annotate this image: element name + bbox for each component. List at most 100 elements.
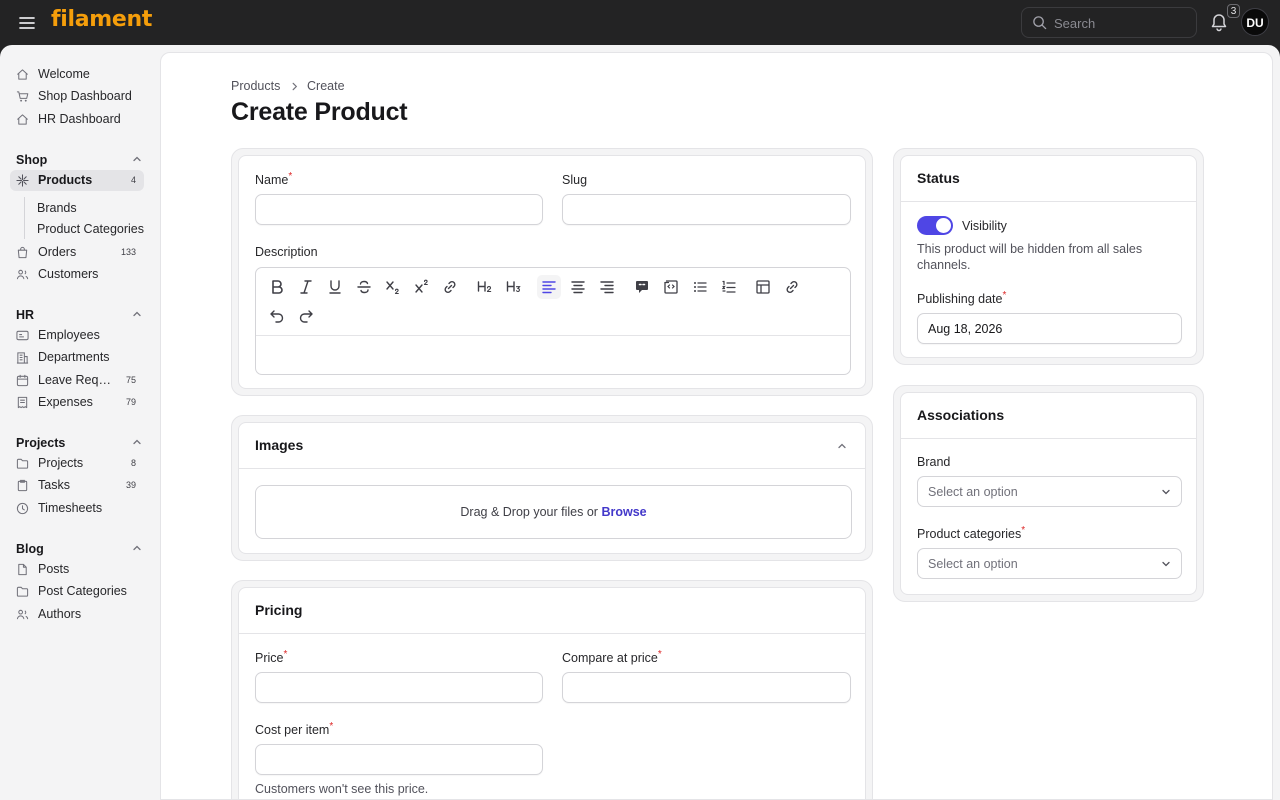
dropzone-text: Drag & Drop your files or Browse [256, 505, 851, 519]
page-title: Create Product [231, 98, 408, 126]
publishing-date-input[interactable] [917, 313, 1182, 344]
brand-logo[interactable]: filament [51, 7, 152, 32]
search-input[interactable] [1054, 13, 1190, 33]
image-dropzone[interactable]: Drag & Drop your files or Browse [255, 485, 852, 539]
redo-button[interactable] [294, 304, 318, 328]
compare-price-label: Compare at price* [562, 649, 662, 665]
pricing-section: Pricing Price* Compare at price* Cost pe… [231, 580, 873, 799]
folder-icon [16, 458, 29, 469]
ordered-list-button[interactable] [717, 275, 741, 299]
users-icon [16, 269, 29, 280]
chevron-up-icon[interactable] [837, 441, 847, 451]
sidebar-item-label: Departments [38, 350, 110, 364]
editor-toolbar [256, 268, 850, 336]
sidebar-item-customers[interactable]: Customers [10, 264, 144, 285]
price-input[interactable] [255, 672, 543, 703]
nav-group-hr[interactable]: HR [16, 306, 144, 324]
sidebar-item-timesheets[interactable]: Timesheets [10, 498, 144, 519]
underline-button[interactable] [323, 275, 347, 299]
price-label-text: Price [255, 651, 284, 665]
associations-title: Associations [917, 407, 1005, 423]
superscript-button[interactable] [410, 275, 434, 299]
nav-group-shop[interactable]: Shop [16, 151, 144, 169]
sidebar-item-leave-requests[interactable]: Leave Req… 75 [10, 370, 144, 391]
sidebar-item-orders[interactable]: Orders 133 [10, 242, 144, 263]
sidebar-item-projects[interactable]: Projects 8 [10, 453, 144, 474]
pricing-header: Pricing [239, 588, 865, 634]
status-section: Status Visibility This product will be h… [893, 148, 1204, 365]
code-block-button[interactable] [659, 275, 683, 299]
sidebar-item-post-categories[interactable]: Post Categories [10, 581, 144, 602]
sidebar-subitem-brands[interactable]: Brands [37, 201, 77, 215]
heading-2-button[interactable] [473, 275, 497, 299]
nav-group-projects[interactable]: Projects [16, 434, 144, 452]
breadcrumb-products[interactable]: Products [231, 79, 280, 93]
undo-button[interactable] [265, 304, 289, 328]
sidebar-item-label: Projects [38, 456, 84, 470]
nav-group-label: Shop [16, 153, 48, 167]
notifications-bell-icon[interactable] [1209, 12, 1229, 32]
bold-button[interactable] [265, 275, 289, 299]
cost-label-text: Cost per item [255, 723, 330, 737]
bullet-list-button[interactable] [688, 275, 712, 299]
sidebar-subitem-product-categories[interactable]: Product Categories [37, 222, 144, 236]
slug-input[interactable] [562, 194, 851, 225]
sidebar-item-products[interactable]: Products 4 [10, 170, 144, 191]
bold-icon [272, 280, 283, 294]
images-card: Images Drag & Drop your files or Browse [238, 422, 866, 554]
sidebar-item-posts[interactable]: Posts [10, 559, 144, 580]
link-button[interactable] [438, 275, 462, 299]
nav-group-label: HR [16, 308, 35, 322]
brand-select[interactable]: Select an option [917, 476, 1182, 507]
sidebar-item-tasks[interactable]: Tasks 39 [10, 475, 144, 496]
subscript-button[interactable] [381, 275, 405, 299]
chevron-up-icon[interactable] [132, 437, 142, 447]
price-label: Price* [255, 649, 287, 665]
sidebar-item-shop-dashboard[interactable]: Shop Dashboard [10, 86, 144, 107]
associations-header: Associations [901, 393, 1196, 439]
sidebar-item-departments[interactable]: Departments [10, 347, 144, 368]
home-icon [17, 69, 28, 80]
sidebar-item-employees[interactable]: Employees [10, 325, 144, 346]
attach-link-button[interactable] [780, 275, 804, 299]
building-icon [16, 352, 29, 364]
blockquote-button[interactable] [630, 275, 654, 299]
heading-3-button[interactable] [502, 275, 526, 299]
browse-link[interactable]: Browse [601, 505, 646, 519]
align-center-button[interactable] [566, 275, 590, 299]
sidebar-item-label: Shop Dashboard [38, 89, 132, 103]
italic-button[interactable] [294, 275, 318, 299]
ordered-list-icon [721, 280, 736, 293]
chevron-up-icon[interactable] [132, 309, 142, 319]
sidebar-item-expenses[interactable]: Expenses 79 [10, 392, 144, 413]
chevron-up-icon[interactable] [132, 154, 142, 164]
strike-button[interactable] [352, 275, 376, 299]
toggle-knob [936, 218, 951, 233]
home-icon [17, 114, 28, 125]
global-search[interactable] [1021, 7, 1197, 38]
product-categories-select[interactable]: Select an option [917, 548, 1182, 579]
visibility-toggle[interactable] [917, 216, 953, 235]
sidebar-item-welcome[interactable]: Welcome [10, 64, 144, 85]
chevron-up-icon[interactable] [132, 543, 142, 553]
cost-input[interactable] [255, 744, 543, 775]
nav-group-blog[interactable]: Blog [16, 540, 144, 558]
sidebar-item-count: 4 [130, 175, 136, 185]
undo-icon [270, 310, 284, 323]
name-label-text: Name [255, 173, 289, 187]
align-left-button[interactable] [537, 275, 561, 299]
sidebar-item-count: 79 [125, 397, 136, 407]
compare-price-input[interactable] [562, 672, 851, 703]
description-editor-area[interactable] [256, 336, 850, 374]
chevron-right-icon [292, 82, 298, 91]
name-input[interactable] [255, 194, 543, 225]
sidebar-item-authors[interactable]: Authors [10, 604, 144, 625]
images-header[interactable]: Images [239, 423, 865, 469]
table-button[interactable] [751, 275, 775, 299]
user-avatar[interactable]: DU [1241, 8, 1269, 36]
align-right-button[interactable] [595, 275, 619, 299]
hamburger-menu-icon[interactable] [17, 13, 37, 33]
sidebar-item-label: Products [38, 173, 93, 187]
underline-icon [329, 280, 341, 294]
sidebar-item-hr-dashboard[interactable]: HR Dashboard [10, 109, 144, 130]
